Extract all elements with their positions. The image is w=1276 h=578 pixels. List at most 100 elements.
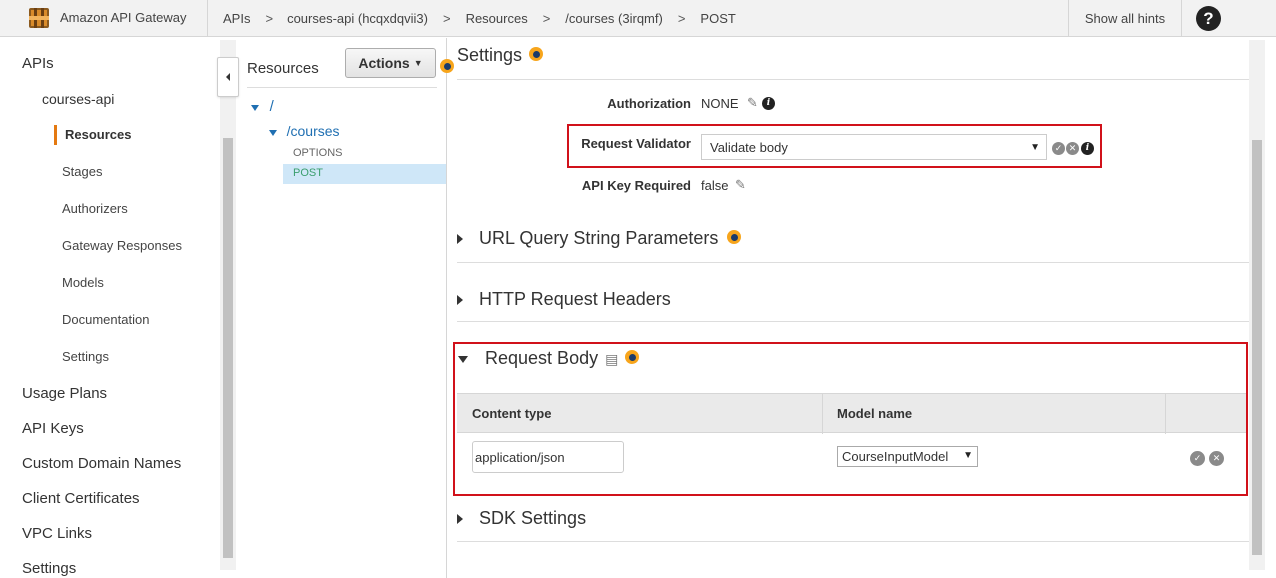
breadcrumb-separator: > xyxy=(265,11,274,26)
authorization-label: Authorization xyxy=(607,96,691,111)
breadcrumb-resource[interactable]: /courses (3irqmf) xyxy=(565,11,663,26)
sidebar-item-apis[interactable]: APIs xyxy=(22,55,54,72)
scrollbar-thumb[interactable] xyxy=(223,138,233,558)
breadcrumb-separator: > xyxy=(677,11,686,26)
request-body-section-toggle[interactable]: Request Body ▤ xyxy=(458,348,640,369)
request-body-title: Request Body xyxy=(485,348,599,368)
http-headers-section-toggle[interactable]: HTTP Request Headers xyxy=(457,289,671,310)
sidebar-item-api-keys[interactable]: API Keys xyxy=(22,420,84,437)
sdk-settings-title: SDK Settings xyxy=(479,508,587,528)
http-headers-title: HTTP Request Headers xyxy=(479,289,671,309)
sidebar-item-usage-plans[interactable]: Usage Plans xyxy=(22,385,107,402)
sidebar-item-client-certificates[interactable]: Client Certificates xyxy=(22,490,140,507)
sdk-settings-section-toggle[interactable]: SDK Settings xyxy=(457,508,586,529)
breadcrumb-resources[interactable]: Resources xyxy=(466,11,528,26)
content-type-input[interactable]: application/json xyxy=(472,441,624,473)
sidebar-item-custom-domain-names[interactable]: Custom Domain Names xyxy=(22,455,181,472)
divider xyxy=(457,79,1249,80)
settings-title: Settings xyxy=(457,45,544,66)
info-icon[interactable]: i xyxy=(1081,142,1094,155)
breadcrumb-method: POST xyxy=(700,11,736,26)
sidebar-item-gateway-responses[interactable]: Gateway Responses xyxy=(62,238,182,253)
scrollbar-thumb[interactable] xyxy=(1252,140,1262,555)
column-model-name: Model name xyxy=(837,406,913,421)
cancel-icon[interactable]: ✕ xyxy=(1066,142,1079,155)
settings-title-text: Settings xyxy=(457,45,523,65)
book-icon[interactable]: ▤ xyxy=(605,351,618,367)
authorization-value: NONE xyxy=(701,96,739,111)
sidebar-item-resources[interactable]: Resources xyxy=(65,127,131,142)
model-name-value: CourseInputModel xyxy=(842,449,949,464)
breadcrumb: APIs > courses-api (hcqxdqvii3) > Resour… xyxy=(208,0,736,37)
expand-icon xyxy=(251,104,259,111)
caret-down-icon: ▼ xyxy=(413,58,423,68)
sidebar-item-models[interactable]: Models xyxy=(62,275,104,290)
sidebar: APIs courses-api Resources Stages Author… xyxy=(0,38,220,578)
divider xyxy=(247,87,437,88)
pencil-icon[interactable]: ✎ xyxy=(747,95,758,111)
tree-row-root[interactable]: / xyxy=(251,98,274,115)
active-indicator xyxy=(54,125,57,145)
api-key-required-label: API Key Required xyxy=(581,178,691,193)
delete-icon[interactable]: ✕ xyxy=(1209,451,1224,466)
tree-courses-link[interactable]: /courses xyxy=(287,123,340,139)
api-key-required-value: false xyxy=(701,178,729,193)
tree-row-courses[interactable]: /courses xyxy=(269,123,340,139)
caret-down-icon: ▼ xyxy=(963,450,973,461)
sidebar-item-documentation[interactable]: Documentation xyxy=(62,312,149,327)
column-separator xyxy=(1165,394,1166,434)
content-type-value: application/json xyxy=(475,449,565,465)
hint-icon[interactable] xyxy=(529,47,544,62)
divider xyxy=(457,541,1249,542)
help-icon[interactable]: ? xyxy=(1196,6,1221,31)
confirm-icon[interactable]: ✓ xyxy=(1052,142,1065,155)
column-content-type: Content type xyxy=(472,406,552,421)
divider xyxy=(457,321,1249,322)
expand-icon xyxy=(269,129,277,136)
brand[interactable]: Amazon API Gateway xyxy=(0,0,208,37)
breadcrumb-separator: > xyxy=(542,11,551,26)
request-validator-value: Validate body xyxy=(710,139,788,155)
breadcrumb-apis[interactable]: APIs xyxy=(223,11,250,26)
collapse-sidebar-button[interactable] xyxy=(217,57,239,97)
column-separator xyxy=(822,394,823,434)
hint-icon[interactable] xyxy=(625,350,640,365)
show-all-hints-button[interactable]: Show all hints xyxy=(1068,0,1182,37)
sidebar-item-authorizers[interactable]: Authorizers xyxy=(62,201,128,216)
url-query-section-toggle[interactable]: URL Query String Parameters xyxy=(457,228,742,249)
sidebar-item-vpc-links[interactable]: VPC Links xyxy=(22,525,92,542)
sidebar-item-api-settings[interactable]: Settings xyxy=(62,349,109,364)
tree-root-link[interactable]: / xyxy=(270,98,274,115)
request-validator-select[interactable]: Validate body ▼ xyxy=(701,134,1047,160)
resources-tree: Resources Actions ▼ / /courses OPTIONS P… xyxy=(239,38,454,578)
chevron-left-icon xyxy=(226,73,230,81)
caret-down-icon: ▼ xyxy=(1030,142,1040,153)
url-query-title: URL Query String Parameters xyxy=(479,228,719,248)
info-icon[interactable]: i xyxy=(762,97,775,110)
method-request-panel: Settings Authorization NONE ✎ i Request … xyxy=(447,38,1276,578)
api-gateway-logo-icon xyxy=(29,8,49,28)
sidebar-item-stages[interactable]: Stages xyxy=(62,164,102,179)
resources-title: Resources xyxy=(247,60,319,77)
actions-label: Actions xyxy=(358,55,410,71)
sidebar-item-api-name[interactable]: courses-api xyxy=(42,91,114,107)
expand-icon xyxy=(457,234,463,244)
expand-icon xyxy=(457,295,463,305)
model-name-select[interactable]: CourseInputModel ▼ xyxy=(837,446,978,467)
pencil-icon[interactable]: ✎ xyxy=(735,177,746,193)
actions-button[interactable]: Actions ▼ xyxy=(345,48,436,78)
brand-name: Amazon API Gateway xyxy=(60,10,187,25)
request-body-table-header: Content type Model name xyxy=(457,393,1246,434)
divider xyxy=(457,262,1249,263)
hint-icon[interactable] xyxy=(727,230,742,245)
tree-method-options[interactable]: OPTIONS xyxy=(293,147,343,159)
sidebar-item-settings[interactable]: Settings xyxy=(22,560,76,577)
confirm-icon[interactable]: ✓ xyxy=(1190,451,1205,466)
tree-method-post[interactable]: POST xyxy=(293,167,323,179)
collapse-icon xyxy=(458,355,468,363)
breadcrumb-api[interactable]: courses-api (hcqxdqvii3) xyxy=(287,11,428,26)
request-validator-label: Request Validator xyxy=(581,136,691,151)
sidebar-scrollbar[interactable] xyxy=(220,40,236,570)
breadcrumb-separator: > xyxy=(442,11,451,26)
main-scrollbar[interactable] xyxy=(1249,40,1265,570)
